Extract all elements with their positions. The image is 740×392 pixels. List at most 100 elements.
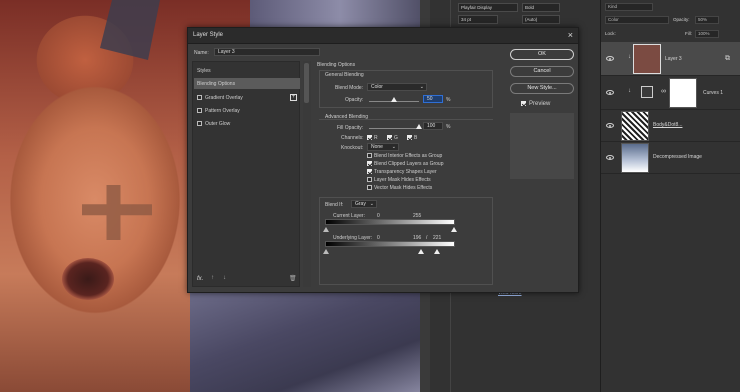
knockout-dropdown[interactable]: None ⌄ bbox=[367, 143, 399, 151]
style-outer-glow[interactable]: Outer Glow bbox=[194, 118, 300, 129]
blend-mode-label: Blend Mode: bbox=[335, 85, 364, 91]
current-layer-gradient bbox=[325, 219, 455, 225]
layer-opacity-field[interactable]: 50% bbox=[695, 16, 719, 24]
chevron-down-icon: ⌄ bbox=[369, 201, 374, 207]
ok-button[interactable]: OK bbox=[510, 49, 574, 60]
add-effect-icon[interactable]: + bbox=[290, 94, 297, 101]
blend-mode-dropdown[interactable]: Color ⌄ bbox=[367, 83, 427, 91]
layer-style-dialog: Layer Style × Name: Layer 3 Styles Blend… bbox=[187, 27, 579, 293]
fill-opacity-label: Fill Opacity: bbox=[337, 125, 364, 131]
layer-name[interactable]: Layer 3 bbox=[665, 56, 682, 62]
visibility-eye-icon[interactable] bbox=[606, 155, 614, 160]
channel-r-label: R bbox=[374, 135, 378, 141]
layer-name-value: Layer 3 bbox=[218, 49, 235, 55]
preview-label: Preview bbox=[529, 101, 551, 107]
layer-row-layer3[interactable]: ↓ Layer 3 ⧉ bbox=[601, 42, 740, 76]
visibility-eye-icon[interactable] bbox=[606, 56, 614, 61]
leading-value: (Auto) bbox=[525, 17, 538, 22]
channel-b-label: B bbox=[414, 135, 418, 141]
layer-row-curves[interactable]: ↓ ∞ Curves 1 bbox=[601, 76, 740, 110]
name-label: Name: bbox=[194, 50, 209, 56]
chain-link-icon: ∞ bbox=[661, 88, 666, 95]
layer-name[interactable]: Decompressed Image bbox=[653, 154, 702, 160]
canvas-mouth bbox=[62, 258, 114, 300]
layer-row-decompressed[interactable]: Decompressed Image bbox=[601, 142, 740, 174]
underlying-low-handle[interactable] bbox=[323, 249, 329, 254]
dialog-titlebar[interactable]: Layer Style × bbox=[188, 28, 578, 44]
style-label: Pattern Overlay bbox=[205, 108, 240, 114]
style-gradient-overlay[interactable]: Gradient Overlay + bbox=[194, 92, 300, 103]
blend-interior-checkbox[interactable] bbox=[367, 153, 372, 158]
channels-label: Channels: bbox=[341, 135, 364, 141]
divider bbox=[319, 119, 493, 120]
fill-opacity-handle[interactable] bbox=[416, 124, 422, 129]
fill-opacity-slider[interactable] bbox=[369, 128, 419, 129]
chevron-down-icon: ⌄ bbox=[419, 84, 424, 90]
layer-thumbnail bbox=[621, 143, 649, 173]
blend-interior-label: Blend Interior Effects as Group bbox=[374, 153, 443, 159]
kind-filter[interactable]: Kind bbox=[605, 2, 653, 11]
style-pattern-overlay[interactable]: Pattern Overlay bbox=[194, 105, 300, 116]
transparency-shapes-checkbox[interactable] bbox=[367, 169, 372, 174]
canvas-machine-bottom bbox=[190, 292, 430, 392]
channel-g-checkbox[interactable] bbox=[387, 135, 392, 140]
curves-adjustment-icon bbox=[641, 86, 653, 98]
trash-icon[interactable]: 🗑 bbox=[289, 275, 297, 282]
channel-b-checkbox[interactable] bbox=[407, 135, 412, 140]
visibility-eye-icon[interactable] bbox=[606, 90, 614, 95]
fx-icon[interactable]: fx. bbox=[197, 276, 203, 282]
current-low-handle[interactable] bbox=[323, 227, 329, 232]
opacity-input[interactable]: 50 bbox=[423, 95, 443, 103]
layer-fill-field[interactable]: 100% bbox=[695, 30, 719, 38]
fill-label: Fill: bbox=[685, 31, 692, 36]
vector-mask-hides-label: Vector Mask Hides Effects bbox=[374, 185, 433, 191]
layers-filter-bar: Kind bbox=[605, 2, 737, 11]
move-up-icon[interactable]: ↑ bbox=[211, 275, 214, 281]
layer-name[interactable]: Curves 1 bbox=[703, 90, 723, 96]
clip-arrow-icon: ↓ bbox=[628, 88, 631, 94]
knockout-label: Knockout: bbox=[341, 145, 364, 151]
visibility-eye-icon[interactable] bbox=[606, 123, 614, 128]
font-style-field[interactable]: Bold bbox=[522, 3, 560, 12]
opacity-unit: % bbox=[446, 97, 451, 103]
underlying-high-handle[interactable] bbox=[434, 249, 440, 254]
opacity-slider-handle[interactable] bbox=[391, 97, 397, 102]
cancel-button[interactable]: Cancel bbox=[510, 66, 574, 77]
font-family-field[interactable]: Playfair Display bbox=[458, 3, 518, 12]
scroll-thumb[interactable] bbox=[304, 63, 309, 103]
layer-mask-hides-label: Layer Mask Hides Effects bbox=[374, 177, 431, 183]
style-blending-options[interactable]: Blending Options bbox=[194, 78, 300, 89]
vector-mask-hides-checkbox[interactable] bbox=[367, 185, 372, 190]
styles-header[interactable]: Styles bbox=[197, 68, 211, 74]
fill-opacity-input[interactable]: 100 bbox=[423, 122, 443, 130]
font-family-value: Playfair Display bbox=[461, 5, 493, 10]
pattern-overlay-checkbox[interactable] bbox=[197, 108, 202, 113]
dialog-title: Layer Style bbox=[193, 32, 224, 38]
gradient-overlay-checkbox[interactable] bbox=[197, 95, 202, 100]
leading-field[interactable]: (Auto) bbox=[522, 15, 560, 24]
outer-glow-checkbox[interactable] bbox=[197, 121, 202, 126]
font-size-field[interactable]: 34 pt bbox=[458, 15, 498, 24]
blend-if-value: Gray bbox=[355, 201, 366, 207]
lock-label: Lock: bbox=[605, 31, 616, 36]
move-down-icon[interactable]: ↓ bbox=[223, 275, 226, 281]
preview-checkbox[interactable] bbox=[521, 101, 526, 106]
fill-opacity-unit: % bbox=[446, 124, 451, 130]
layer-row-body[interactable]: Body&Dot8... bbox=[601, 110, 740, 142]
blend-if-dropdown[interactable]: Gray ⌄ bbox=[351, 200, 377, 208]
blend-mode-select[interactable]: Color bbox=[605, 16, 669, 24]
transparency-shapes-label: Transparency Shapes Layer bbox=[374, 169, 437, 175]
blend-clipped-checkbox[interactable] bbox=[367, 161, 372, 166]
close-icon[interactable]: × bbox=[568, 30, 573, 40]
style-label: Gradient Overlay bbox=[205, 95, 243, 101]
layer-name[interactable]: Body&Dot8... bbox=[653, 122, 682, 128]
current-high-handle[interactable] bbox=[451, 227, 457, 232]
underlying-mid-handle[interactable] bbox=[418, 249, 424, 254]
styles-list: Styles Blending Options Gradient Overlay… bbox=[192, 61, 300, 287]
layer-thumbnail bbox=[633, 44, 661, 74]
new-style-button[interactable]: New Style... bbox=[510, 83, 574, 94]
channel-r-checkbox[interactable] bbox=[367, 135, 372, 140]
styles-scrollbar[interactable] bbox=[303, 61, 311, 287]
layer-mask-hides-checkbox[interactable] bbox=[367, 177, 372, 182]
layer-name-input[interactable]: Layer 3 bbox=[214, 48, 320, 56]
